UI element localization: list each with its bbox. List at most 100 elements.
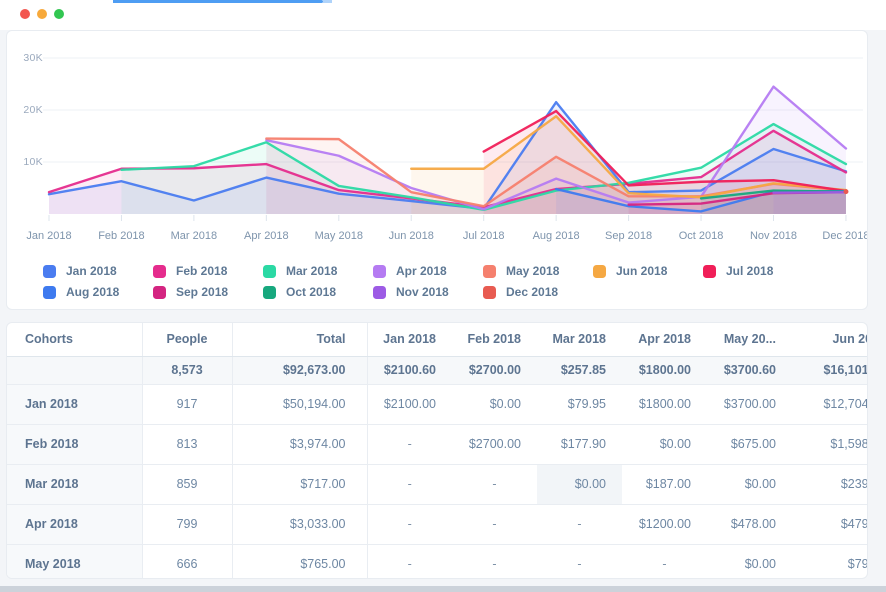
table-cell: - <box>367 544 452 579</box>
legend-swatch <box>593 265 606 278</box>
x-tick-label: Apr 2018 <box>230 230 302 242</box>
legend-swatch <box>43 265 56 278</box>
legend-item-sep-2018[interactable]: Sep 2018 <box>153 285 228 299</box>
table-cell: - <box>452 544 537 579</box>
table-header-row: CohortsPeopleTotalJan 2018Feb 2018Mar 20… <box>7 323 868 356</box>
table-row[interactable]: Jan 2018917$50,194.00$2100.00$0.00$79.95… <box>7 384 868 424</box>
table-cell: $187.00 <box>622 464 707 504</box>
legend-item-nov-2018[interactable]: Nov 2018 <box>373 285 449 299</box>
table-cell: - <box>622 544 707 579</box>
legend-swatch <box>483 286 496 299</box>
table-cell: $79.95 <box>537 384 622 424</box>
page-bottom-edge <box>0 586 886 592</box>
table-cell: $2100.60 <box>367 356 452 384</box>
table-cell: $0.00 <box>707 544 792 579</box>
table-cell: $765.00 <box>232 544 367 579</box>
x-tick-label: May 2018 <box>303 230 375 242</box>
cohort-name-cell: May 2018 <box>7 544 142 579</box>
table-cell: $50,194.00 <box>232 384 367 424</box>
table-cell: - <box>537 504 622 544</box>
table-cell: $2700.00 <box>452 356 537 384</box>
x-tick-label: Jun 2018 <box>375 230 447 242</box>
legend-item-mar-2018[interactable]: Mar 2018 <box>263 264 337 278</box>
legend-item-jun-2018[interactable]: Jun 2018 <box>593 264 667 278</box>
table-cell: $3700.60 <box>707 356 792 384</box>
table-row[interactable]: Mar 2018859$717.00--$0.00$187.00$0.00$23… <box>7 464 868 504</box>
table-cell: $675.00 <box>707 424 792 464</box>
series-point-dec-2018[interactable] <box>843 189 848 194</box>
legend-swatch <box>263 265 276 278</box>
legend-item-aug-2018[interactable]: Aug 2018 <box>43 285 119 299</box>
x-tick-label: Jan 2018 <box>13 230 85 242</box>
legend-label: Oct 2018 <box>286 285 336 299</box>
zoom-window-button[interactable] <box>54 9 64 19</box>
cohort-name-cell <box>7 356 142 384</box>
column-header-mar-2018[interactable]: Mar 2018 <box>537 323 622 356</box>
column-header-people[interactable]: People <box>142 323 232 356</box>
cohort-table: CohortsPeopleTotalJan 2018Feb 2018Mar 20… <box>7 323 868 579</box>
legend-item-feb-2018[interactable]: Feb 2018 <box>153 264 227 278</box>
cohort-table-card: CohortsPeopleTotalJan 2018Feb 2018Mar 20… <box>6 322 868 579</box>
cohort-name-cell: Mar 2018 <box>7 464 142 504</box>
table-cell: 813 <box>142 424 232 464</box>
legend-item-jan-2018[interactable]: Jan 2018 <box>43 264 117 278</box>
column-header-jan-2018[interactable]: Jan 2018 <box>367 323 452 356</box>
table-cell: $717.00 <box>232 464 367 504</box>
table-row[interactable]: Apr 2018799$3,033.00---$1200.00$478.00$4… <box>7 504 868 544</box>
table-cell: $0.00 <box>537 464 622 504</box>
table-row[interactable]: May 2018666$765.00----$0.00$79.95 <box>7 544 868 579</box>
table-cell: $2700.00 <box>452 424 537 464</box>
column-header-cohorts[interactable]: Cohorts <box>7 323 142 356</box>
table-cell: $3,974.00 <box>232 424 367 464</box>
column-header-total[interactable]: Total <box>232 323 367 356</box>
y-tick-label: 30K <box>7 52 43 64</box>
table-summary-row: 8,573$92,673.00$2100.60$2700.00$257.85$1… <box>7 356 868 384</box>
legend-item-dec-2018[interactable]: Dec 2018 <box>483 285 558 299</box>
y-tick-label: 10K <box>7 156 43 168</box>
column-header-jun-2018[interactable]: Jun 2018 <box>792 323 868 356</box>
page-loading-bar-tail <box>323 0 332 3</box>
column-header-may-20-[interactable]: May 20... <box>707 323 792 356</box>
x-tick-label: Sep 2018 <box>593 230 665 242</box>
legend-label: Dec 2018 <box>506 285 558 299</box>
column-header-apr-2018[interactable]: Apr 2018 <box>622 323 707 356</box>
legend-item-may-2018[interactable]: May 2018 <box>483 264 559 278</box>
series-line-nov-2018[interactable] <box>774 192 846 193</box>
legend-label: Aug 2018 <box>66 285 119 299</box>
table-cell: - <box>452 464 537 504</box>
table-cell: $0.00 <box>452 384 537 424</box>
table-cell: $2100.00 <box>367 384 452 424</box>
table-cell: $3700.00 <box>707 384 792 424</box>
legend-swatch <box>153 265 166 278</box>
table-cell: 859 <box>142 464 232 504</box>
legend-swatch <box>153 286 166 299</box>
cohort-name-cell: Jan 2018 <box>7 384 142 424</box>
table-cell: $478.00 <box>707 504 792 544</box>
legend-swatch <box>263 286 276 299</box>
x-tick-label: Mar 2018 <box>158 230 230 242</box>
cohort-line-chart[interactable] <box>7 31 868 251</box>
table-cell: $177.90 <box>537 424 622 464</box>
legend-swatch <box>703 265 716 278</box>
close-window-button[interactable] <box>20 9 30 19</box>
table-cell: $1,598.85 <box>792 424 868 464</box>
table-cell: $0.00 <box>622 424 707 464</box>
legend-label: Sep 2018 <box>176 285 228 299</box>
table-cell: 8,573 <box>142 356 232 384</box>
legend-label: Apr 2018 <box>396 264 447 278</box>
legend-item-apr-2018[interactable]: Apr 2018 <box>373 264 447 278</box>
legend-item-jul-2018[interactable]: Jul 2018 <box>703 264 773 278</box>
legend-label: Jul 2018 <box>726 264 773 278</box>
minimize-window-button[interactable] <box>37 9 47 19</box>
table-cell: $1800.00 <box>622 384 707 424</box>
legend-swatch <box>373 265 386 278</box>
table-cell: $239.85 <box>792 464 868 504</box>
table-cell: - <box>367 504 452 544</box>
table-cell: $12,704.25 <box>792 384 868 424</box>
x-tick-label: Aug 2018 <box>520 230 592 242</box>
table-cell: $3,033.00 <box>232 504 367 544</box>
table-row[interactable]: Feb 2018813$3,974.00-$2700.00$177.90$0.0… <box>7 424 868 464</box>
legend-item-oct-2018[interactable]: Oct 2018 <box>263 285 336 299</box>
browser-chrome <box>0 0 886 30</box>
column-header-feb-2018[interactable]: Feb 2018 <box>452 323 537 356</box>
